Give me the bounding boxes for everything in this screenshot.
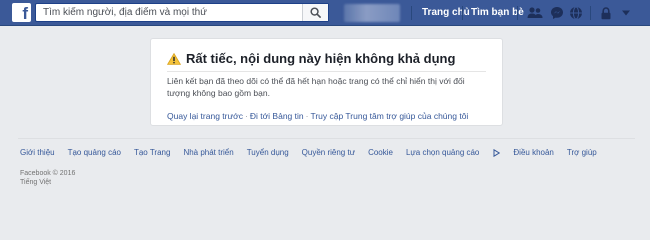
messages-icon[interactable]	[549, 5, 565, 21]
go-back-link[interactable]: Quay lại trang trước	[167, 111, 243, 121]
card-divider	[167, 71, 486, 72]
profile-link-blurred[interactable]	[344, 4, 400, 22]
content-unavailable-card: Rất tiếc, nội dung này hiện không khả dụ…	[150, 38, 503, 126]
privacy-shortcuts-icon[interactable]	[598, 5, 614, 21]
current-language[interactable]: Tiếng Việt	[20, 179, 51, 186]
nav-divider	[411, 6, 412, 20]
footer-link-developers[interactable]: Nhà phát triển	[183, 148, 233, 160]
footer-link-ad-choices[interactable]: Lựa chọn quảng cáo	[405, 148, 501, 160]
error-title: Rất tiếc, nội dung này hiện không khả dụ…	[186, 51, 456, 66]
news-feed-link[interactable]: Đi tới Bảng tin	[250, 111, 304, 121]
link-separator: ·	[245, 111, 248, 121]
warning-icon	[167, 52, 181, 65]
error-message: Liên kết bạn đã theo dõi có thể đã hết h…	[167, 76, 465, 98]
search-icon	[310, 7, 321, 18]
footer-link-careers[interactable]: Tuyển dụng	[247, 148, 289, 160]
friend-requests-icon[interactable]	[527, 5, 543, 21]
footer-divider	[18, 138, 635, 139]
facebook-logo[interactable]: f	[12, 3, 31, 22]
ad-choices-icon	[493, 148, 501, 157]
help-center-link[interactable]: Truy cập Trung tâm trợ giúp của chúng tô…	[310, 111, 468, 121]
footer-link-cookies[interactable]: Cookie	[368, 148, 393, 160]
top-navigation-bar: f Trang chủ Tìm bạn bè	[0, 0, 650, 26]
account-menu-icon[interactable]	[618, 5, 634, 21]
footer-links: Giới thiệu Tạo quảng cáo Tạo Trang Nhà p…	[20, 148, 610, 160]
search-box	[35, 3, 329, 22]
footer-link-about[interactable]: Giới thiệu	[20, 148, 55, 160]
footer-link-privacy[interactable]: Quyền riêng tư	[302, 148, 355, 160]
nav-divider	[590, 6, 591, 20]
error-actions: Quay lại trang trước · Đi tới Bảng tin · Tru…	[167, 111, 468, 121]
search-button[interactable]	[302, 4, 328, 21]
find-friends-link[interactable]: Tìm bạn bè	[471, 7, 524, 18]
error-heading: Rất tiếc, nội dung này hiện không khả dụ…	[167, 51, 455, 66]
footer-link-help[interactable]: Trợ giúp	[567, 148, 597, 160]
notifications-icon[interactable]	[568, 5, 584, 21]
nav-divider	[462, 6, 463, 20]
footer-link-create-page[interactable]: Tạo Trang	[134, 148, 170, 160]
footer-link-create-ad[interactable]: Tạo quảng cáo	[68, 148, 121, 160]
ad-choices-label: Lựa chọn quảng cáo	[405, 148, 480, 157]
nav-divider	[517, 6, 518, 20]
footer-link-terms[interactable]: Điều khoản	[513, 148, 553, 160]
copyright-text: Facebook © 2016	[20, 170, 76, 177]
search-input[interactable]	[36, 4, 304, 21]
